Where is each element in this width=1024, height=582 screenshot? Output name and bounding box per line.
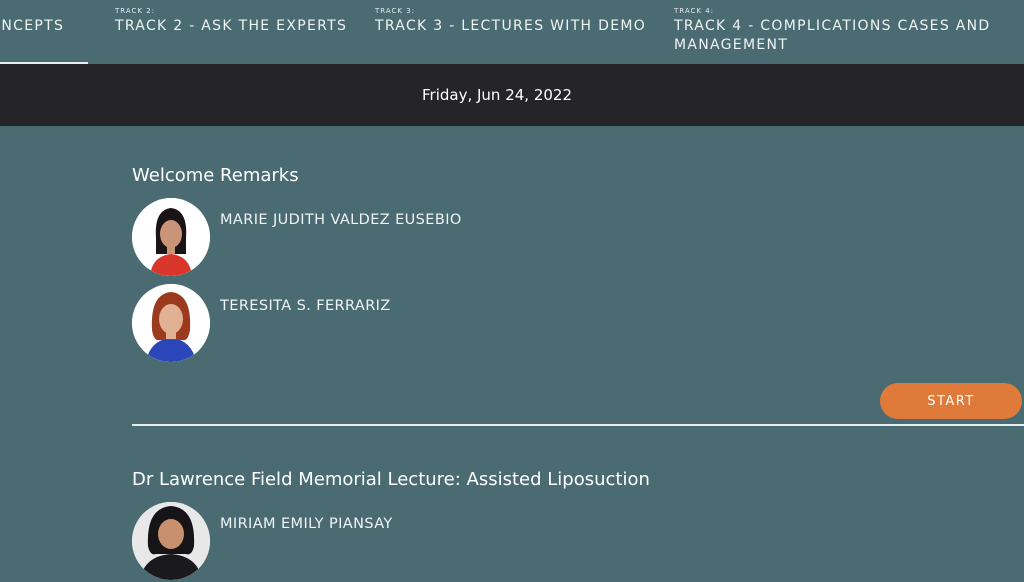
speaker-avatar bbox=[132, 284, 210, 362]
speaker-avatar bbox=[132, 502, 210, 580]
speaker-name: MARIE JUDITH VALDEZ EUSEBIO bbox=[220, 212, 462, 228]
speaker-row[interactable]: MIRIAM EMILY PIANSAY bbox=[132, 502, 732, 582]
tab-number: TRACK 2: bbox=[115, 7, 156, 15]
tab-track-1[interactable]: CONCEPTS bbox=[0, 0, 88, 64]
portrait-icon bbox=[132, 284, 210, 362]
tab-track-4[interactable]: TRACK 4: TRACK 4 - COMPLICATIONS CASES A… bbox=[674, 0, 1004, 64]
speaker-row[interactable]: MARIE JUDITH VALDEZ EUSEBIO bbox=[132, 198, 732, 278]
speaker-avatar bbox=[132, 198, 210, 276]
tab-label-line-1: TRACK 4 - COMPLICATIONS CASES AND bbox=[674, 18, 991, 34]
tab-number: TRACK 3: bbox=[375, 7, 416, 15]
tab-track-2[interactable]: TRACK 2: TRACK 2 - ASK THE EXPERTS bbox=[115, 0, 355, 64]
tab-track-3[interactable]: TRACK 3: TRACK 3 - LECTURES WITH DEMO bbox=[375, 0, 645, 64]
speaker-row[interactable]: TERESITA S. FERRARIZ bbox=[132, 284, 732, 364]
session-divider bbox=[132, 424, 1024, 426]
session-title: Welcome Remarks bbox=[132, 165, 299, 186]
speaker-name: MIRIAM EMILY PIANSAY bbox=[220, 516, 393, 532]
tab-label: TRACK 2 - ASK THE EXPERTS bbox=[115, 18, 348, 34]
portrait-icon bbox=[132, 198, 210, 276]
tab-label: TRACK 3 - LECTURES WITH DEMO bbox=[375, 18, 647, 34]
session-date: Friday, Jun 24, 2022 bbox=[422, 86, 572, 104]
track-tabs: CONCEPTS TRACK 2: TRACK 2 - ASK THE EXPE… bbox=[0, 0, 1024, 64]
tab-number: TRACK 4: bbox=[674, 7, 715, 15]
tab-label: CONCEPTS bbox=[0, 18, 65, 34]
date-bar: Friday, Jun 24, 2022 bbox=[0, 64, 1024, 126]
portrait-icon bbox=[132, 502, 210, 580]
speaker-name: TERESITA S. FERRARIZ bbox=[220, 298, 391, 314]
start-button[interactable]: START bbox=[880, 383, 1022, 419]
session-title: Dr Lawrence Field Memorial Lecture: Assi… bbox=[132, 469, 650, 490]
tab-label-line-2: MANAGEMENT bbox=[674, 37, 789, 53]
